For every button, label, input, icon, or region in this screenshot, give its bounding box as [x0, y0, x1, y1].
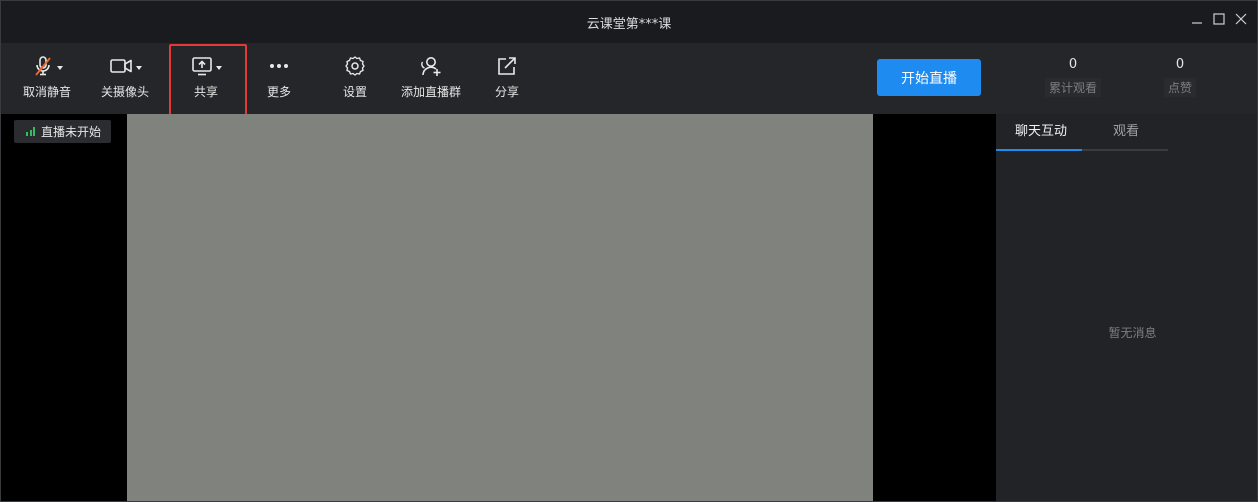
share-icon	[498, 57, 516, 75]
minimize-icon	[1192, 22, 1202, 24]
minimize-button[interactable]	[1187, 9, 1207, 29]
side-tabs: 聊天互动 观看	[996, 114, 1168, 151]
empty-message: 暂无消息	[1108, 326, 1157, 340]
live-status-text: 直播未开始	[41, 125, 102, 139]
maximize-button[interactable]	[1209, 9, 1229, 29]
more-button[interactable]: 更多	[242, 53, 316, 109]
window-controls	[1187, 9, 1251, 29]
likes-label: 点赞	[1163, 78, 1196, 97]
unmute-button[interactable]: 取消静音	[10, 53, 84, 109]
total-views-stat: 0 累计观看	[1033, 57, 1113, 97]
likes-count: 0	[1175, 57, 1185, 72]
chevron-down-icon[interactable]	[135, 65, 142, 70]
side-panel: 聊天互动 观看 暂无消息	[996, 114, 1257, 501]
highlight-annotation	[169, 44, 247, 117]
close-icon	[1235, 13, 1247, 25]
add-group-icon	[421, 57, 441, 76]
window-title: 云课堂第***课	[586, 17, 672, 32]
total-views-count: 0	[1068, 57, 1078, 72]
share-label: 分享	[494, 85, 519, 99]
unmute-label: 取消静音	[22, 85, 71, 99]
settings-button[interactable]: 设置	[318, 53, 392, 109]
total-views-label: 累计观看	[1044, 78, 1101, 97]
close-button[interactable]	[1231, 9, 1251, 29]
toolbar: 取消静音 关摄像头 共享 更多 设置 添加直播群 分享 开始直播 0 累计观看 …	[1, 43, 1257, 117]
start-live-button[interactable]: 开始直播	[877, 59, 981, 96]
live-status-badge: 直播未开始	[14, 120, 112, 143]
camera-off-button[interactable]: 关摄像头	[88, 53, 162, 109]
app-window: 云课堂第***课 取消静音 关摄像头 共享 更多 设置 添加直播群 分享 开始直…	[0, 0, 1258, 502]
title-bar[interactable]: 云课堂第***课	[1, 1, 1257, 43]
chevron-down-icon[interactable]	[56, 65, 63, 70]
share-button[interactable]: 分享	[470, 53, 544, 109]
preview-canvas	[127, 114, 873, 501]
maximize-icon	[1213, 13, 1225, 25]
likes-stat: 0 点赞	[1140, 57, 1220, 97]
add-group-button[interactable]: 添加直播群	[394, 53, 468, 109]
tab-viewers[interactable]: 观看	[1113, 120, 1139, 139]
active-tab-indicator	[996, 149, 1082, 151]
mic-off-icon	[34, 56, 51, 76]
gear-icon	[345, 56, 365, 76]
more-icon	[270, 64, 288, 68]
more-label: 更多	[266, 85, 291, 99]
tab-chat[interactable]: 聊天互动	[1015, 120, 1067, 139]
camera-off-label: 关摄像头	[100, 85, 149, 99]
camera-icon	[109, 59, 132, 73]
settings-label: 设置	[342, 85, 367, 99]
add-group-label: 添加直播群	[400, 85, 461, 99]
signal-icon	[26, 127, 35, 136]
video-stage: 直播未开始	[1, 114, 996, 501]
